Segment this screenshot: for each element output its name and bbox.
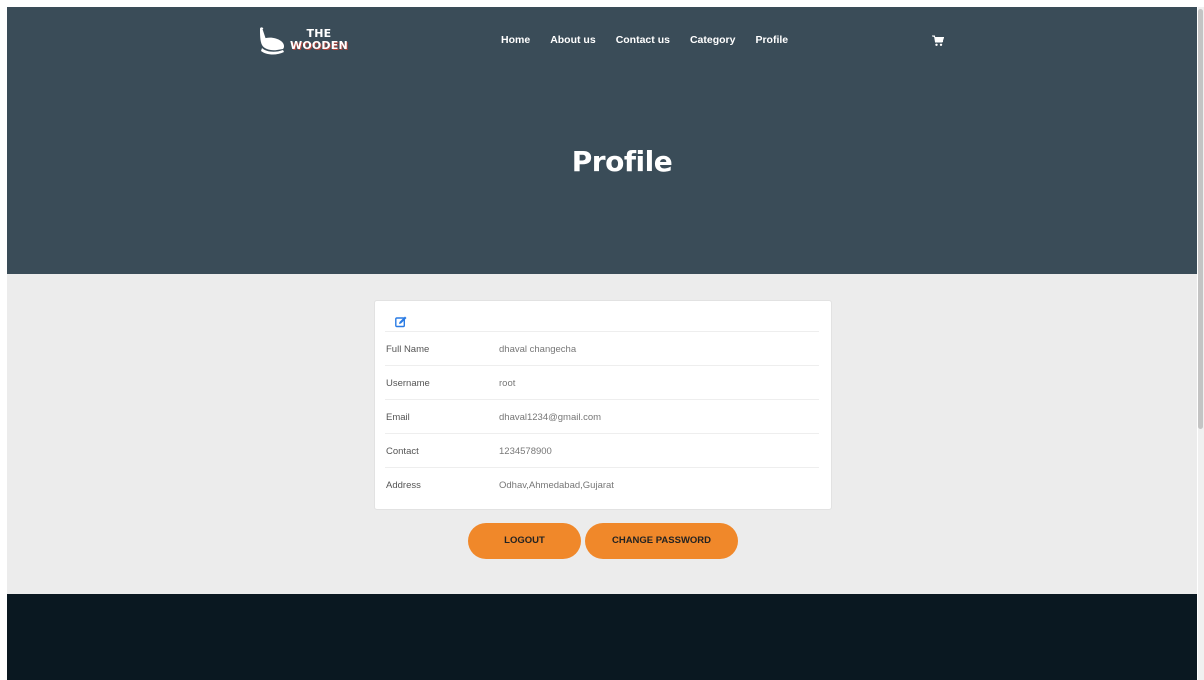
nav-profile[interactable]: Profile bbox=[755, 34, 788, 46]
email-value: dhaval1234@gmail.com bbox=[499, 412, 602, 423]
full-name-value: dhaval changecha bbox=[499, 344, 577, 355]
page-scrollbar[interactable] bbox=[1198, 7, 1204, 680]
page: THE WOODEN Home About us Contact us Cate… bbox=[7, 7, 1197, 680]
contact-label: Contact bbox=[386, 446, 419, 457]
nav-about-us[interactable]: About us bbox=[550, 34, 596, 46]
profile-row-contact: Contact 1234578900 bbox=[385, 433, 819, 467]
username-label: Username bbox=[386, 378, 430, 389]
logo[interactable]: THE WOODEN bbox=[257, 26, 348, 62]
main-nav: Home About us Contact us Category Profil… bbox=[501, 34, 788, 46]
full-name-label: Full Name bbox=[386, 344, 430, 355]
contact-value: 1234578900 bbox=[499, 446, 552, 457]
cart-icon[interactable] bbox=[932, 35, 944, 47]
logo-line-2: WOODEN bbox=[290, 39, 348, 52]
profile-row-full-name: Full Name dhaval changecha bbox=[385, 331, 819, 365]
logout-button[interactable]: LOGOUT bbox=[468, 523, 581, 559]
chair-logo-icon bbox=[260, 27, 285, 55]
profile-card: Full Name dhaval changecha Username root… bbox=[374, 300, 832, 510]
logo-text: THE WOODEN bbox=[290, 28, 348, 52]
username-value: root bbox=[499, 378, 516, 389]
nav-category[interactable]: Category bbox=[690, 34, 736, 46]
email-label: Email bbox=[386, 412, 410, 423]
scrollbar-thumb[interactable] bbox=[1198, 9, 1203, 429]
change-password-button[interactable]: CHANGE PASSWORD bbox=[585, 523, 738, 559]
address-value: Odhav,Ahmedabad,Gujarat bbox=[499, 480, 614, 491]
page-title: Profile bbox=[571, 145, 673, 178]
edit-icon[interactable] bbox=[395, 316, 407, 328]
nav-home[interactable]: Home bbox=[501, 34, 530, 46]
profile-details: Full Name dhaval changecha Username root… bbox=[385, 331, 819, 501]
profile-row-address: Address Odhav,Ahmedabad,Gujarat bbox=[385, 467, 819, 501]
profile-row-username: Username root bbox=[385, 365, 819, 399]
profile-row-email: Email dhaval1234@gmail.com bbox=[385, 399, 819, 433]
nav-contact-us[interactable]: Contact us bbox=[616, 34, 670, 46]
footer bbox=[7, 594, 1197, 680]
header-hero: THE WOODEN Home About us Contact us Cate… bbox=[7, 7, 1197, 274]
address-label: Address bbox=[386, 480, 421, 491]
